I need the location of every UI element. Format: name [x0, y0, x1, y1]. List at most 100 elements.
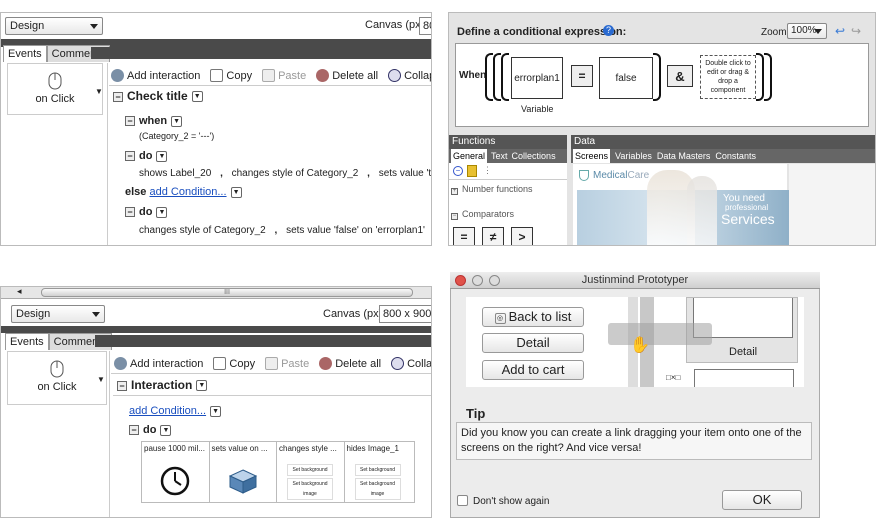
add-interaction-label: Add interaction — [127, 69, 201, 82]
delete-all-label: Delete all — [332, 69, 379, 82]
gear-add-icon — [114, 357, 127, 370]
add-to-cart-button[interactable]: Add to cart — [482, 360, 584, 380]
screen-thumbnail[interactable]: MedicalCare You need professional Servic… — [573, 164, 789, 245]
tab-general[interactable]: General — [451, 149, 488, 163]
tab-screens[interactable]: Screens — [573, 149, 611, 163]
action-change-style[interactable]: changes style of Category_2 — [232, 168, 359, 179]
event-label: on Click — [35, 93, 75, 105]
action-card-hide[interactable]: hides Image_1 Set background Set backgro… — [345, 442, 414, 502]
operator-and[interactable]: & — [667, 65, 693, 87]
action-set-value[interactable]: sets value 'false' on 'errorplan1' — [286, 225, 425, 236]
collapse-all-button[interactable]: Collapse all — [388, 69, 431, 82]
minimize-window-icon[interactable] — [472, 275, 483, 286]
check-title-row[interactable]: − Check title ▼ — [113, 89, 203, 103]
second-screen-thumb[interactable] — [694, 369, 794, 387]
zoom-window-icon[interactable] — [489, 275, 500, 286]
event-on-click[interactable]: on Click — [7, 351, 107, 405]
comparator-equals[interactable]: = — [453, 227, 475, 245]
minus-icon[interactable]: − — [453, 166, 463, 176]
collapse-toggle[interactable]: − — [451, 213, 458, 220]
paste-button[interactable]: Paste — [265, 357, 309, 370]
add-condition-link[interactable]: add Condition... — [149, 186, 226, 198]
copy-button[interactable]: Copy — [213, 357, 255, 370]
more-icon[interactable]: ⋮ — [483, 165, 492, 176]
collapse-icon — [391, 357, 405, 370]
action-set-value[interactable]: sets value 'true' on 'er — [379, 168, 431, 179]
help-icon[interactable]: ? — [603, 25, 614, 36]
action-card-pause[interactable]: pause 1000 mil... — [142, 442, 210, 502]
add-interaction-button[interactable]: Add interaction — [114, 357, 203, 370]
paste-button[interactable]: Paste — [262, 69, 306, 82]
chevron-down-icon[interactable]: ▼ — [160, 424, 172, 436]
variable-icon[interactable] — [467, 165, 477, 177]
number-functions-row[interactable]: + Number functions — [451, 184, 533, 195]
collapse-toggle[interactable]: − — [125, 207, 135, 217]
collapse-toggle[interactable]: − — [129, 425, 139, 435]
close-window-icon[interactable] — [455, 275, 466, 286]
comparator-not-equals[interactable]: ≠ — [482, 227, 504, 245]
collapse-toggle[interactable]: + — [451, 188, 458, 195]
action-card-set-value[interactable]: sets value on ... — [210, 442, 277, 502]
interaction-row[interactable]: − Interaction ▼ — [117, 378, 208, 392]
ok-button[interactable]: OK — [722, 490, 802, 510]
dont-show-label: Don't show again — [473, 496, 550, 507]
zoom-select[interactable]: 100% — [787, 23, 827, 39]
tab-collections[interactable]: Collections — [512, 149, 556, 163]
add-interaction-button[interactable]: Add interaction — [111, 69, 200, 82]
chevron-down-icon[interactable]: ▼ — [171, 115, 183, 127]
tab-variables[interactable]: Variables — [615, 149, 652, 163]
chevron-down-icon[interactable]: ▼ — [191, 91, 203, 103]
redo-icon[interactable]: ↪ — [851, 24, 861, 38]
tab-text[interactable]: Text — [491, 149, 508, 163]
drop-target-box[interactable]: Double click to edit or drag & drop a co… — [700, 55, 756, 99]
chevron-down-icon[interactable]: ▼ — [156, 150, 168, 162]
horizontal-scrollbar[interactable]: ◂ III — [1, 287, 431, 299]
tab-constants[interactable]: Constants — [715, 149, 756, 163]
dont-show-checkbox[interactable] — [457, 495, 468, 506]
do-label: do — [143, 424, 157, 436]
design-select[interactable]: Design — [5, 17, 103, 35]
tab-events[interactable]: Events — [3, 45, 47, 62]
tab-data-masters[interactable]: Data Masters — [657, 149, 711, 163]
collapse-toggle[interactable]: − — [125, 151, 135, 161]
scroll-left-icon[interactable]: ◂ — [17, 287, 22, 297]
detail-button[interactable]: Detail — [482, 333, 584, 353]
hero-text-3: Services — [721, 211, 775, 227]
collapse-all-button[interactable]: Collapse al — [391, 357, 431, 370]
chevron-down-icon[interactable]: ▼ — [156, 206, 168, 218]
tab-events[interactable]: Events — [5, 333, 49, 350]
action-card-change-style[interactable]: changes style ... Set background Set bac… — [277, 442, 345, 502]
collapse-toggle[interactable]: − — [117, 381, 127, 391]
add-condition-link[interactable]: add Condition... — [129, 405, 206, 417]
comparators-row[interactable]: − Comparators — [451, 209, 514, 220]
collapse-toggle[interactable]: − — [125, 116, 135, 126]
when-label: when — [139, 115, 168, 127]
scroll-thumb[interactable]: III — [41, 288, 413, 297]
chevron-down-icon[interactable]: ▼ — [95, 87, 103, 96]
chevron-down-icon[interactable]: ▼ — [97, 375, 105, 384]
vertical-divider — [107, 63, 108, 245]
event-on-click[interactable]: on Click — [7, 63, 103, 115]
delete-all-button[interactable]: Delete all — [319, 357, 381, 370]
condition-text[interactable]: (Category_2 = '---') — [139, 131, 214, 141]
delete-all-button[interactable]: Delete all — [316, 69, 378, 82]
variable-box[interactable]: errorplan1 — [511, 57, 563, 99]
canvas-size-field[interactable]: 80 — [419, 17, 431, 35]
design-select[interactable]: Design — [11, 305, 105, 323]
interaction-label: Interaction — [131, 378, 193, 392]
chevron-down-icon[interactable]: ▼ — [230, 186, 242, 198]
comparator-greater[interactable]: > — [511, 227, 533, 245]
chevron-down-icon[interactable]: ▼ — [196, 380, 208, 392]
chevron-down-icon[interactable]: ▼ — [210, 405, 222, 417]
style-preview: Set background Set background image — [354, 464, 401, 500]
undo-icon[interactable]: ↩ — [835, 24, 845, 38]
copy-button[interactable]: Copy — [210, 69, 252, 82]
action-row: shows Label_20 , changes style of Catego… — [139, 168, 431, 179]
back-to-list-button[interactable]: ◎ Back to list — [482, 307, 584, 327]
collapse-toggle[interactable]: − — [113, 92, 123, 102]
value-box[interactable]: false — [599, 57, 653, 99]
canvas-size-field[interactable]: 800 x 900 — [379, 305, 431, 323]
action-change-style[interactable]: changes style of Category_2 — [139, 225, 266, 236]
action-shows-label[interactable]: shows Label_20 — [139, 168, 211, 179]
operator-equals[interactable]: = — [571, 65, 593, 87]
